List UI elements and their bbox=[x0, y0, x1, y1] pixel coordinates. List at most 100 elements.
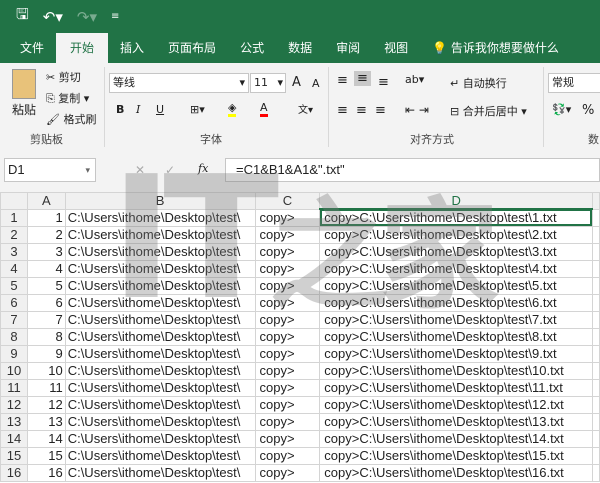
tab-page-layout[interactable]: 页面布局 bbox=[156, 37, 228, 63]
cell-c[interactable]: copy> bbox=[254, 242, 321, 261]
cell-e[interactable] bbox=[591, 242, 600, 261]
enter-button[interactable]: ✓ bbox=[165, 163, 175, 177]
cell-e[interactable] bbox=[591, 463, 600, 482]
wrap-text-button[interactable]: ↵ 自动换行 bbox=[450, 75, 507, 91]
cell-b[interactable]: C:\Users\ithome\Desktop\test\ bbox=[64, 361, 256, 380]
cell-d[interactable]: copy>C:\Users\ithome\Desktop\test\4.txt bbox=[319, 259, 593, 278]
cell-a[interactable]: 3 bbox=[26, 242, 66, 261]
fill-color-icon[interactable]: ◈ bbox=[228, 101, 237, 117]
cell-a[interactable]: 16 bbox=[26, 463, 66, 482]
cell-e[interactable] bbox=[591, 276, 600, 295]
align-top-icon[interactable]: ≡ bbox=[337, 73, 348, 88]
cancel-button[interactable]: ✕ bbox=[135, 163, 145, 177]
redo-icon[interactable]: ↷▾ bbox=[77, 8, 97, 26]
row-header[interactable]: 13 bbox=[0, 412, 28, 431]
cell-a[interactable]: 6 bbox=[26, 293, 66, 312]
cut-button[interactable]: ✂ 剪切 bbox=[46, 69, 81, 85]
cell-c[interactable]: copy> bbox=[254, 395, 321, 414]
cell-d[interactable]: copy>C:\Users\ithome\Desktop\test\5.txt bbox=[319, 276, 593, 295]
cell-c[interactable]: copy> bbox=[254, 310, 321, 329]
cell-b[interactable]: C:\Users\ithome\Desktop\test\ bbox=[64, 344, 256, 363]
cell-d[interactable]: copy>C:\Users\ithome\Desktop\test\16.txt bbox=[319, 463, 593, 482]
row-header[interactable]: 3 bbox=[0, 242, 28, 261]
cell-c[interactable]: copy> bbox=[254, 293, 321, 312]
align-right-icon[interactable]: ≡ bbox=[375, 103, 386, 118]
tab-home[interactable]: 开始 bbox=[56, 33, 109, 63]
cell-e[interactable] bbox=[591, 429, 600, 448]
cell-c[interactable]: copy> bbox=[254, 276, 321, 295]
cell-e[interactable] bbox=[591, 378, 600, 397]
tab-review[interactable]: 审阅 bbox=[324, 37, 372, 63]
cell-a[interactable]: 5 bbox=[26, 276, 66, 295]
save-icon[interactable]: 🖫 bbox=[16, 4, 29, 29]
orientation-icon[interactable]: ab▾ bbox=[405, 73, 424, 86]
cell-a[interactable]: 7 bbox=[26, 310, 66, 329]
undo-icon[interactable]: ↶▾ bbox=[43, 8, 63, 26]
align-center-icon[interactable]: ≡ bbox=[356, 103, 367, 118]
cell-b[interactable]: C:\Users\ithome\Desktop\test\ bbox=[64, 242, 256, 261]
cell-e[interactable] bbox=[591, 225, 600, 244]
row-header[interactable]: 11 bbox=[0, 378, 28, 397]
accounting-format-icon[interactable]: 💱▾ bbox=[552, 103, 571, 116]
cell-d[interactable]: copy>C:\Users\ithome\Desktop\test\15.txt bbox=[319, 446, 593, 465]
align-bottom-icon[interactable]: ≡ bbox=[378, 75, 389, 90]
cell-d[interactable]: copy>C:\Users\ithome\Desktop\test\14.txt bbox=[319, 429, 593, 448]
column-header-c[interactable]: C bbox=[254, 192, 321, 210]
tab-formulas[interactable]: 公式 bbox=[228, 37, 276, 63]
column-header-a[interactable]: A bbox=[26, 192, 66, 210]
cell-a[interactable]: 11 bbox=[26, 378, 66, 397]
formula-input[interactable]: =C1&B1&A1&".txt" bbox=[225, 158, 600, 182]
cell-b[interactable]: C:\Users\ithome\Desktop\test\ bbox=[64, 225, 256, 244]
grow-font-button[interactable]: A bbox=[292, 75, 301, 90]
cell-b[interactable]: C:\Users\ithome\Desktop\test\ bbox=[64, 208, 256, 227]
cell-e[interactable] bbox=[591, 446, 600, 465]
row-header[interactable]: 16 bbox=[0, 463, 28, 482]
cell-a[interactable]: 10 bbox=[26, 361, 66, 380]
cell-e[interactable] bbox=[591, 395, 600, 414]
row-header[interactable]: 4 bbox=[0, 259, 28, 278]
percent-button[interactable]: % bbox=[582, 103, 594, 118]
cell-b[interactable]: C:\Users\ithome\Desktop\test\ bbox=[64, 378, 256, 397]
column-header-b[interactable]: B bbox=[64, 192, 256, 210]
row-header[interactable]: 7 bbox=[0, 310, 28, 329]
cell-b[interactable]: C:\Users\ithome\Desktop\test\ bbox=[64, 259, 256, 278]
cell-b[interactable]: C:\Users\ithome\Desktop\test\ bbox=[64, 395, 256, 414]
row-header[interactable]: 10 bbox=[0, 361, 28, 380]
cell-d[interactable]: copy>C:\Users\ithome\Desktop\test\11.txt bbox=[319, 378, 593, 397]
cell-b[interactable]: C:\Users\ithome\Desktop\test\ bbox=[64, 429, 256, 448]
row-header[interactable]: 8 bbox=[0, 327, 28, 346]
cell-b[interactable]: C:\Users\ithome\Desktop\test\ bbox=[64, 446, 256, 465]
merge-center-button[interactable]: ⊟ 合并后居中 ▾ bbox=[450, 103, 527, 119]
cell-a[interactable]: 12 bbox=[26, 395, 66, 414]
underline-button[interactable]: U bbox=[156, 103, 164, 116]
copy-button[interactable]: ⎘ 复制 ▾ bbox=[46, 90, 89, 106]
cell-a[interactable]: 1 bbox=[26, 208, 66, 227]
cell-c[interactable]: copy> bbox=[254, 463, 321, 482]
format-painter-button[interactable]: 🖌 格式刷 bbox=[46, 111, 96, 127]
cell-b[interactable]: C:\Users\ithome\Desktop\test\ bbox=[64, 327, 256, 346]
cell-e[interactable] bbox=[591, 293, 600, 312]
cell-d[interactable]: copy>C:\Users\ithome\Desktop\test\13.txt bbox=[319, 412, 593, 431]
shrink-font-button[interactable]: A bbox=[312, 77, 320, 90]
row-header[interactable]: 5 bbox=[0, 276, 28, 295]
row-header[interactable]: 15 bbox=[0, 446, 28, 465]
cell-e[interactable] bbox=[591, 259, 600, 278]
row-header[interactable]: 1 bbox=[0, 208, 28, 227]
cell-d[interactable]: copy>C:\Users\ithome\Desktop\test\1.txt bbox=[319, 208, 593, 227]
row-header[interactable]: 6 bbox=[0, 293, 28, 312]
cell-b[interactable]: C:\Users\ithome\Desktop\test\ bbox=[64, 276, 256, 295]
row-header[interactable]: 12 bbox=[0, 395, 28, 414]
tab-data[interactable]: 数据 bbox=[276, 37, 324, 63]
tell-me-search[interactable]: 💡 告诉我你想要做什么 bbox=[420, 37, 571, 63]
cell-a[interactable]: 4 bbox=[26, 259, 66, 278]
cell-d[interactable]: copy>C:\Users\ithome\Desktop\test\3.txt bbox=[319, 242, 593, 261]
cell-b[interactable]: C:\Users\ithome\Desktop\test\ bbox=[64, 463, 256, 482]
cell-c[interactable]: copy> bbox=[254, 225, 321, 244]
cell-c[interactable]: copy> bbox=[254, 412, 321, 431]
align-left-icon[interactable]: ≡ bbox=[337, 103, 348, 118]
cell-e[interactable] bbox=[591, 310, 600, 329]
cell-b[interactable]: C:\Users\ithome\Desktop\test\ bbox=[64, 310, 256, 329]
cell-c[interactable]: copy> bbox=[254, 259, 321, 278]
insert-function-button[interactable]: fx bbox=[198, 162, 208, 175]
cell-c[interactable]: copy> bbox=[254, 429, 321, 448]
